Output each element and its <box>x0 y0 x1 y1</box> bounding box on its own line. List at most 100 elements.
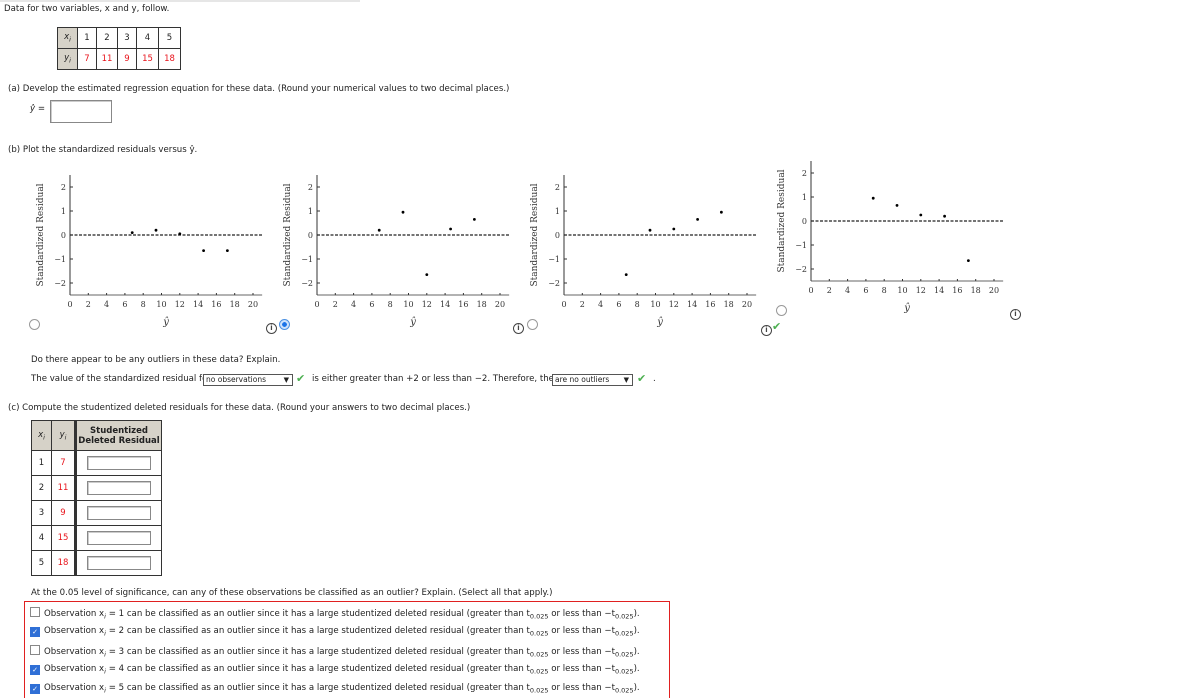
x-tick-label: 0 <box>808 286 813 295</box>
x-tick-label: 20 <box>742 300 752 309</box>
table-row: 4 15 <box>31 525 162 551</box>
x-axis-label: ŷ <box>162 317 169 328</box>
option-text: Observation x <box>44 683 105 693</box>
residual-cell <box>74 525 162 551</box>
x-cell: 1 <box>31 450 52 476</box>
subscript: 0.025 <box>614 650 634 659</box>
y-header: yi <box>57 48 78 70</box>
data-point <box>154 228 158 232</box>
option-text: Observation x <box>44 647 105 657</box>
checkbox[interactable] <box>30 645 40 655</box>
x-cell: 3 <box>31 500 52 526</box>
option-text: ). <box>633 609 640 619</box>
x-axis-label: ŷ <box>903 303 910 314</box>
residual-plot-4: −2−10120 2 4 6 8 10 12 14 16 18 20ŷStandardized Re… <box>777 161 1004 314</box>
x-tick-label: 18 <box>971 286 981 295</box>
x-tick-label: 2 <box>86 300 91 309</box>
x-tick-label: 12 <box>916 286 926 295</box>
x-cell: 4 <box>31 525 52 551</box>
x-tick-label: 6 <box>369 300 374 309</box>
info-icon[interactable]: i <box>1010 309 1021 320</box>
chevron-down-icon: ▼ <box>283 376 289 384</box>
option-text: or less than −t <box>548 683 615 693</box>
outliers-text-end: . <box>653 374 656 384</box>
plot-option-3-radio[interactable] <box>527 319 538 330</box>
outlier-option[interactable]: ✓ Observation xi = 2 can be classified as… <box>30 626 640 638</box>
x-tick-label: 14 <box>687 300 697 309</box>
y-cell: 18 <box>158 48 181 70</box>
table-row: 39 <box>31 500 162 526</box>
data-point <box>178 232 182 236</box>
x-header: xi <box>31 420 52 451</box>
correct-check-icon: ✔ <box>296 372 306 385</box>
subscript: 0.025 <box>614 612 634 621</box>
x-tick-label: 16 <box>705 300 715 309</box>
info-icon[interactable]: i <box>266 323 277 334</box>
data-point <box>943 214 946 218</box>
y-tick-label: −1 <box>301 255 313 264</box>
outlier-option[interactable]: ✓ Observation xi = 4 can be classified as… <box>30 664 640 676</box>
checkbox[interactable]: ✓ <box>30 684 40 694</box>
outliers-question: Do there appear to be any outliers in th… <box>31 355 281 365</box>
info-icon[interactable]: i <box>513 323 524 334</box>
select-value: no observations <box>206 375 266 384</box>
studentized-residual-input[interactable] <box>87 555 151 570</box>
x-tick-label: 10 <box>403 300 413 309</box>
select-value: are no outliers <box>555 375 610 384</box>
plot-option-4-radio[interactable] <box>776 305 787 316</box>
data-point <box>672 227 676 231</box>
studentized-header: Studentized Deleted Residual <box>74 420 162 451</box>
x-tick-label: 4 <box>598 300 603 309</box>
residual-cell <box>74 500 162 526</box>
x-tick-label: 4 <box>845 286 850 295</box>
y-cell: 9 <box>51 500 76 526</box>
table-row: 2 11 <box>31 475 162 501</box>
outliers-conclusion-select[interactable]: are no outliers ▼ <box>552 374 633 386</box>
option-text: ). <box>633 664 640 674</box>
plot-option-2-radio[interactable] <box>279 319 290 330</box>
data-point <box>919 213 923 217</box>
option-text: = 5 can be classified as an outlier sinc… <box>105 683 530 693</box>
studentized-residual-input[interactable] <box>87 480 151 495</box>
y-cell: 18 <box>51 550 76 576</box>
x-tick-label: 16 <box>458 300 468 309</box>
table-row: 17 <box>31 450 162 476</box>
outlier-option[interactable]: Observation xi = 1 can be classified as … <box>30 607 640 621</box>
x-tick-label: 2 <box>580 300 585 309</box>
info-icon[interactable]: i <box>761 325 772 336</box>
correct-check-icon: ✔ <box>772 320 782 333</box>
plot-option-1-radio[interactable] <box>29 319 40 330</box>
x-tick-label: 12 <box>422 300 432 309</box>
x-tick-label: 8 <box>141 300 146 309</box>
y-cell: 7 <box>51 450 76 476</box>
data-point <box>425 273 429 276</box>
studentized-residual-input[interactable] <box>87 455 151 470</box>
outlier-option[interactable]: Observation xi = 3 can be classified as … <box>30 645 640 659</box>
x-axis-label: ŷ <box>409 317 416 328</box>
x-tick-label: 2 <box>333 300 338 309</box>
observations-select[interactable]: no observations ▼ <box>203 374 293 386</box>
y-cell: 7 <box>77 48 97 70</box>
checkbox[interactable]: ✓ <box>30 627 40 637</box>
data-point <box>377 228 381 232</box>
subscript: 0.025 <box>614 667 634 676</box>
outliers-text-mid: is either greater than +2 or less than −… <box>312 374 563 384</box>
x-tick-label: 10 <box>156 300 166 309</box>
data-point <box>472 218 476 221</box>
studentized-residual-input[interactable] <box>87 505 151 520</box>
x-tick-label: 20 <box>495 300 505 309</box>
x-tick-label: 0 <box>67 300 72 309</box>
studentized-residual-input[interactable] <box>87 530 151 545</box>
outlier-option[interactable]: ✓ Observation xi = 5 can be classified as… <box>30 683 640 695</box>
y-axis-label: Standardized Residual <box>777 169 787 272</box>
regression-equation-input[interactable] <box>50 100 112 123</box>
x-tick-label: 10 <box>897 286 907 295</box>
checkbox[interactable]: ✓ <box>30 665 40 675</box>
x-cell: 5 <box>31 550 52 576</box>
y-tick-label: 2 <box>555 183 560 192</box>
checkbox[interactable] <box>30 607 40 617</box>
data-point <box>449 227 452 231</box>
data-point <box>202 249 205 253</box>
y-cell: 11 <box>51 475 76 501</box>
data-point <box>719 210 723 214</box>
